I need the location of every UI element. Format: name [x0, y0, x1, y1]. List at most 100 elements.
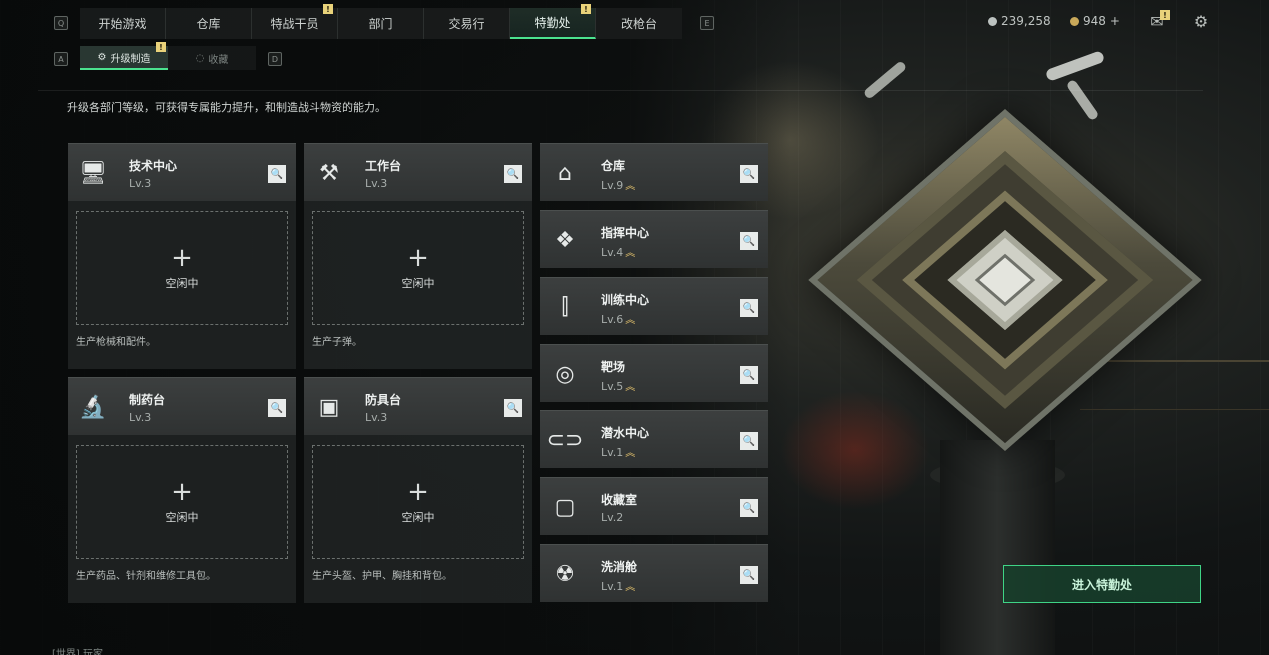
- production-slot[interactable]: + 空闲中: [76, 211, 288, 325]
- key-hint-e: E: [700, 16, 714, 30]
- card-title: 靶场: [601, 360, 626, 374]
- trophy-icon: ▢: [554, 494, 576, 520]
- card-level: Lv.4 ︽: [601, 246, 636, 259]
- search-button[interactable]: 🔍: [504, 165, 522, 183]
- search-icon: 🔍: [270, 402, 284, 414]
- upgrade-icon: ︽: [625, 248, 636, 259]
- subtab-upgrade-craft[interactable]: ⚙ 升级制造 !: [80, 42, 168, 70]
- tab-start-game[interactable]: 开始游戏: [80, 8, 166, 39]
- card-level: Lv.3: [365, 411, 388, 424]
- card-level: Lv.2: [601, 511, 624, 524]
- search-button[interactable]: 🔍: [740, 299, 758, 317]
- coin-icon: [988, 16, 997, 26]
- facility-card-shooting-range[interactable]: ◎ 靶场 Lv.5 ︽ 🔍: [540, 344, 768, 402]
- coin-balance: 239,258: [988, 12, 1051, 30]
- facility-card-training-center[interactable]: ⫿ 训练中心 Lv.6 ︽ 🔍: [540, 277, 768, 335]
- search-icon: 🔍: [270, 168, 284, 180]
- card-description: 生产子弹。: [312, 337, 362, 348]
- facility-card-collection-room[interactable]: ▢ 收藏室 Lv.2 🔍: [540, 477, 768, 535]
- alert-badge: !: [581, 4, 591, 14]
- card-header[interactable]: ▣ 防具台 Lv.3 🔍: [304, 377, 532, 435]
- plus-icon: +: [407, 477, 429, 507]
- workshop-card-armor: ▣ 防具台 Lv.3 🔍 + 空闲中 生产头盔、护甲、胸挂和背包。: [304, 377, 532, 603]
- search-icon: 🔍: [742, 369, 756, 381]
- workshop-card-pharmacy: 🔬 制药台 Lv.3 🔍 + 空闲中 生产药品、针剂和维修工具包。: [68, 377, 296, 603]
- key-hint-a: A: [54, 52, 68, 66]
- search-button[interactable]: 🔍: [740, 232, 758, 250]
- card-level: Lv.9 ︽: [601, 179, 636, 192]
- production-slot[interactable]: + 空闲中: [312, 445, 524, 559]
- card-description: 生产头盔、护甲、胸挂和背包。: [312, 571, 452, 582]
- tab-department[interactable]: 部门: [338, 8, 424, 39]
- alert-badge: !: [323, 4, 333, 14]
- mail-button[interactable]: ✉ !: [1146, 10, 1170, 32]
- card-header[interactable]: 🖥 技术中心 Lv.3 🔍: [68, 143, 296, 201]
- workshop-card-tech-center: 🖥 技术中心 Lv.3 🔍 + 空闲中 生产枪械和配件。: [68, 143, 296, 369]
- collection-icon: ◌: [195, 52, 205, 64]
- tab-operators[interactable]: 特战干员!: [252, 4, 338, 39]
- plus-icon: +: [171, 477, 193, 507]
- search-icon: 🔍: [742, 302, 756, 314]
- production-slot[interactable]: + 空闲中: [312, 211, 524, 325]
- upgrade-icon: ︽: [625, 382, 636, 393]
- tab-trading[interactable]: 交易行: [424, 8, 510, 39]
- search-icon: 🔍: [742, 502, 756, 514]
- tab-gunsmith[interactable]: 改枪台: [596, 8, 682, 39]
- target-icon: ◎: [555, 361, 575, 387]
- add-token-button[interactable]: +: [1110, 14, 1120, 28]
- upgrade-icon: ︽: [625, 582, 636, 593]
- chat-preview[interactable]: [世界] 玩家 ...: [52, 645, 116, 655]
- card-description: 生产药品、针剂和维修工具包。: [76, 571, 216, 582]
- plus-icon: +: [407, 243, 429, 273]
- dumbbell-icon: ⫿: [561, 294, 569, 320]
- key-hint-d: D: [268, 52, 282, 66]
- slot-status: 空闲中: [401, 511, 435, 524]
- card-header[interactable]: ⚒ 工作台 Lv.3 🔍: [304, 143, 532, 201]
- search-icon: 🔍: [742, 235, 756, 247]
- facility-card-decontamination[interactable]: ☢ 洗消舱 Lv.1 ︽ 🔍: [540, 544, 768, 602]
- upgrade-icon: ︽: [625, 448, 636, 459]
- search-button[interactable]: 🔍: [268, 165, 286, 183]
- settings-button[interactable]: ⚙: [1190, 10, 1212, 32]
- card-title: 潜水中心: [601, 426, 650, 440]
- card-level: Lv.3: [365, 177, 388, 190]
- card-title: 工作台: [365, 159, 402, 173]
- subtab-collection[interactable]: ◌ 收藏: [168, 46, 256, 70]
- search-icon: 🔍: [742, 569, 756, 581]
- alert-badge: !: [1160, 10, 1170, 20]
- main-tabs: 开始游戏 仓库 特战干员! 部门 交易行 特勤处! 改枪台: [80, 4, 682, 39]
- card-title: 洗消舱: [601, 560, 638, 574]
- special-ops-cube-model: [805, 80, 1205, 480]
- card-title: 收藏室: [601, 493, 638, 507]
- facility-card-command-center[interactable]: ❖ 指挥中心 Lv.4 ︽ 🔍: [540, 210, 768, 268]
- search-button[interactable]: 🔍: [740, 165, 758, 183]
- search-button[interactable]: 🔍: [740, 566, 758, 584]
- computer-icon: 🖥: [79, 160, 107, 186]
- slot-status: 空闲中: [165, 511, 199, 524]
- token-balance[interactable]: 948 +: [1070, 12, 1120, 30]
- search-button[interactable]: 🔍: [740, 432, 758, 450]
- card-header[interactable]: 🔬 制药台 Lv.3 🔍: [68, 377, 296, 435]
- plus-icon: +: [171, 243, 193, 273]
- facility-card-storage[interactable]: ⌂ 仓库 Lv.9 ︽ 🔍: [540, 143, 768, 201]
- search-button[interactable]: 🔍: [740, 499, 758, 517]
- production-slot[interactable]: + 空闲中: [76, 445, 288, 559]
- key-hint-q: Q: [54, 16, 68, 30]
- alert-badge: !: [156, 42, 166, 52]
- search-icon: 🔍: [506, 402, 520, 414]
- facility-card-diving-center[interactable]: ⊂⊃ 潜水中心 Lv.1 ︽ 🔍: [540, 410, 768, 468]
- token-icon: [1070, 16, 1079, 26]
- enter-special-ops-button[interactable]: 进入特勤处: [1003, 565, 1201, 603]
- search-button[interactable]: 🔍: [740, 366, 758, 384]
- search-icon: 🔍: [742, 168, 756, 180]
- search-button[interactable]: 🔍: [268, 399, 286, 417]
- search-button[interactable]: 🔍: [504, 399, 522, 417]
- upgrade-icon: ︽: [625, 315, 636, 326]
- goggles-icon: ⊂⊃: [546, 427, 584, 453]
- tab-warehouse[interactable]: 仓库: [166, 8, 252, 39]
- chip-icon: ❖: [555, 227, 575, 253]
- gear-icon: ⚙: [1193, 11, 1209, 31]
- tab-special-ops[interactable]: 特勤处!: [510, 4, 596, 39]
- card-title: 训练中心: [601, 293, 650, 307]
- card-title: 技术中心: [129, 159, 178, 173]
